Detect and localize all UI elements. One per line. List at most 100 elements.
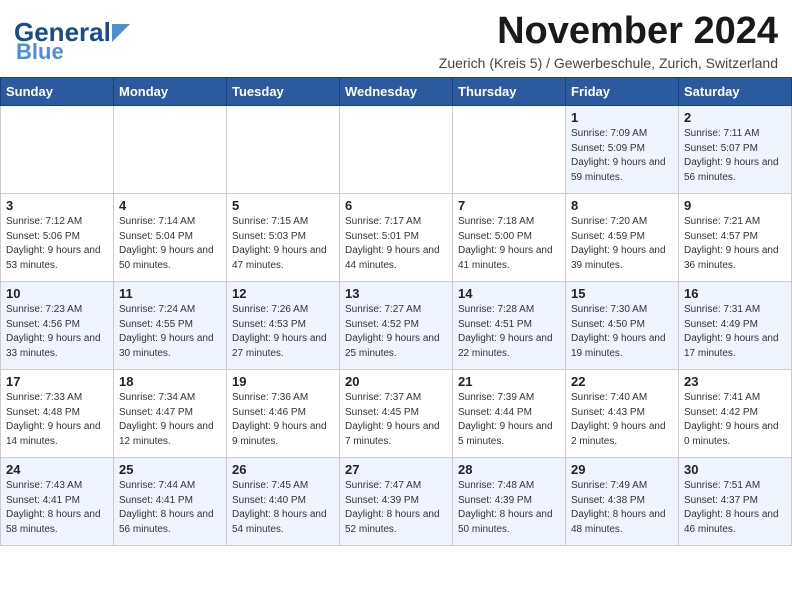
day-info: Sunrise: 7:12 AMSunset: 5:06 PMDaylight:… [6, 215, 108, 273]
day-number: 27 [345, 462, 447, 477]
day-number: 13 [345, 286, 447, 301]
header-thursday: Thursday [453, 78, 566, 106]
day-number: 19 [232, 374, 334, 389]
table-row: 19 Sunrise: 7:36 AMSunset: 4:46 PMDayligh… [227, 370, 340, 458]
day-info: Sunrise: 7:51 AMSunset: 4:37 PMDaylight:… [684, 479, 786, 537]
table-row: 17Sunrise: 7:33 AMSunset: 4:48 PMDayligh… [1, 370, 114, 458]
day-number: 24 [6, 462, 108, 477]
day-number: 2 [684, 110, 786, 125]
day-info: Sunrise: 7:37 AMSunset: 4:45 PMDaylight:… [345, 391, 447, 449]
day-number: 28 [458, 462, 560, 477]
table-row: 14 Sunrise: 7:28 AMSunset: 4:51 PMDayligh… [453, 282, 566, 370]
table-row: 28 Sunrise: 7:48 AMSunset: 4:39 PMDayligh… [453, 458, 566, 546]
day-info: Sunrise: 7:33 AMSunset: 4:48 PMDaylight:… [6, 391, 108, 449]
header-monday: Monday [114, 78, 227, 106]
header-wednesday: Wednesday [340, 78, 453, 106]
table-row: 21 Sunrise: 7:39 AMSunset: 4:44 PMDayligh… [453, 370, 566, 458]
main-title: November 2024 [439, 10, 778, 53]
day-number: 30 [684, 462, 786, 477]
day-number: 12 [232, 286, 334, 301]
day-info: Sunrise: 7:30 AMSunset: 4:50 PMDaylight:… [571, 303, 673, 361]
day-number: 18 [119, 374, 221, 389]
table-row: 30 Sunrise: 7:51 AMSunset: 4:37 PMDayligh… [679, 458, 792, 546]
day-info: Sunrise: 7:27 AMSunset: 4:52 PMDaylight:… [345, 303, 447, 361]
day-info: Sunrise: 7:24 AMSunset: 4:55 PMDaylight:… [119, 303, 221, 361]
table-row: 15 Sunrise: 7:30 AMSunset: 4:50 PMDayligh… [566, 282, 679, 370]
day-number: 9 [684, 198, 786, 213]
header-saturday: Saturday [679, 78, 792, 106]
table-row: 29Sunrise: 7:49 AMSunset: 4:38 PMDayligh… [566, 458, 679, 546]
logo: General Blue [14, 19, 130, 63]
table-row: 9 Sunrise: 7:21 AMSunset: 4:57 PMDaylight… [679, 194, 792, 282]
day-info: Sunrise: 7:14 AMSunset: 5:04 PMDaylight:… [119, 215, 221, 273]
table-row: 5 Sunrise: 7:15 AMSunset: 5:03 PMDaylight… [227, 194, 340, 282]
day-info: Sunrise: 7:31 AMSunset: 4:49 PMDaylight:… [684, 303, 786, 361]
table-row: 8Sunrise: 7:20 AMSunset: 4:59 PMDaylight… [566, 194, 679, 282]
table-row: 18 Sunrise: 7:34 AMSunset: 4:47 PMDayligh… [114, 370, 227, 458]
table-row: 25 Sunrise: 7:44 AMSunset: 4:41 PMDayligh… [114, 458, 227, 546]
table-row: 13 Sunrise: 7:27 AMSunset: 4:52 PMDayligh… [340, 282, 453, 370]
day-info: Sunrise: 7:28 AMSunset: 4:51 PMDaylight:… [458, 303, 560, 361]
day-info: Sunrise: 7:43 AMSunset: 4:41 PMDaylight:… [6, 479, 108, 537]
table-row [1, 106, 114, 194]
table-row: 10 Sunrise: 7:23 AMSunset: 4:56 PMDayligh… [1, 282, 114, 370]
day-info: Sunrise: 7:15 AMSunset: 5:03 PMDaylight:… [232, 215, 334, 273]
table-row: 23Sunrise: 7:41 AMSunset: 4:42 PMDayligh… [679, 370, 792, 458]
day-number: 21 [458, 374, 560, 389]
table-row [227, 106, 340, 194]
day-info: Sunrise: 7:26 AMSunset: 4:53 PMDaylight:… [232, 303, 334, 361]
day-number: 14 [458, 286, 560, 301]
table-row: 16 Sunrise: 7:31 AMSunset: 4:49 PMDayligh… [679, 282, 792, 370]
day-info: Sunrise: 7:44 AMSunset: 4:41 PMDaylight:… [119, 479, 221, 537]
day-number: 6 [345, 198, 447, 213]
calendar-week-row: 17Sunrise: 7:33 AMSunset: 4:48 PMDayligh… [1, 370, 792, 458]
day-number: 15 [571, 286, 673, 301]
day-info: Sunrise: 7:39 AMSunset: 4:44 PMDaylight:… [458, 391, 560, 449]
table-row: 11 Sunrise: 7:24 AMSunset: 4:55 PMDayligh… [114, 282, 227, 370]
table-row: 20Sunrise: 7:37 AMSunset: 4:45 PMDayligh… [340, 370, 453, 458]
table-row: 12 Sunrise: 7:26 AMSunset: 4:53 PMDayligh… [227, 282, 340, 370]
day-info: Sunrise: 7:48 AMSunset: 4:39 PMDaylight:… [458, 479, 560, 537]
table-row: 7 Sunrise: 7:18 AMSunset: 5:00 PMDaylight… [453, 194, 566, 282]
logo-blue: Blue [16, 41, 130, 63]
table-row: 27 Sunrise: 7:47 AMSunset: 4:39 PMDayligh… [340, 458, 453, 546]
day-number: 5 [232, 198, 334, 213]
day-number: 16 [684, 286, 786, 301]
day-number: 10 [6, 286, 108, 301]
day-info: Sunrise: 7:45 AMSunset: 4:40 PMDaylight:… [232, 479, 334, 537]
day-number: 7 [458, 198, 560, 213]
calendar-week-row: 3Sunrise: 7:12 AMSunset: 5:06 PMDaylight… [1, 194, 792, 282]
calendar-week-row: 1Sunrise: 7:09 AMSunset: 5:09 PMDaylight… [1, 106, 792, 194]
day-number: 23 [684, 374, 786, 389]
table-row: 4 Sunrise: 7:14 AMSunset: 5:04 PMDaylight… [114, 194, 227, 282]
table-row: 1Sunrise: 7:09 AMSunset: 5:09 PMDaylight… [566, 106, 679, 194]
day-info: Sunrise: 7:20 AMSunset: 4:59 PMDaylight:… [571, 215, 673, 273]
day-info: Sunrise: 7:47 AMSunset: 4:39 PMDaylight:… [345, 479, 447, 537]
logo-flag-icon [112, 24, 130, 42]
calendar-week-row: 10 Sunrise: 7:23 AMSunset: 4:56 PMDayligh… [1, 282, 792, 370]
header-tuesday: Tuesday [227, 78, 340, 106]
table-row: 2Sunrise: 7:11 AMSunset: 5:07 PMDaylight… [679, 106, 792, 194]
header-friday: Friday [566, 78, 679, 106]
table-row: 24 Sunrise: 7:43 AMSunset: 4:41 PMDayligh… [1, 458, 114, 546]
table-row [114, 106, 227, 194]
day-info: Sunrise: 7:36 AMSunset: 4:46 PMDaylight:… [232, 391, 334, 449]
day-info: Sunrise: 7:49 AMSunset: 4:38 PMDaylight:… [571, 479, 673, 537]
header-sunday: Sunday [1, 78, 114, 106]
day-info: Sunrise: 7:34 AMSunset: 4:47 PMDaylight:… [119, 391, 221, 449]
table-row: 3Sunrise: 7:12 AMSunset: 5:06 PMDaylight… [1, 194, 114, 282]
calendar-week-row: 24 Sunrise: 7:43 AMSunset: 4:41 PMDayligh… [1, 458, 792, 546]
day-info: Sunrise: 7:18 AMSunset: 5:00 PMDaylight:… [458, 215, 560, 273]
day-number: 26 [232, 462, 334, 477]
day-info: Sunrise: 7:23 AMSunset: 4:56 PMDaylight:… [6, 303, 108, 361]
day-number: 11 [119, 286, 221, 301]
title-section: November 2024 Zuerich (Kreis 5) / Gewerb… [439, 10, 778, 71]
day-number: 22 [571, 374, 673, 389]
day-number: 25 [119, 462, 221, 477]
day-info: Sunrise: 7:40 AMSunset: 4:43 PMDaylight:… [571, 391, 673, 449]
subtitle: Zuerich (Kreis 5) / Gewerbeschule, Zuric… [439, 55, 778, 71]
day-number: 4 [119, 198, 221, 213]
calendar-header-row: Sunday Monday Tuesday Wednesday Thursday… [1, 78, 792, 106]
day-info: Sunrise: 7:21 AMSunset: 4:57 PMDaylight:… [684, 215, 786, 273]
table-row: 26 Sunrise: 7:45 AMSunset: 4:40 PMDayligh… [227, 458, 340, 546]
